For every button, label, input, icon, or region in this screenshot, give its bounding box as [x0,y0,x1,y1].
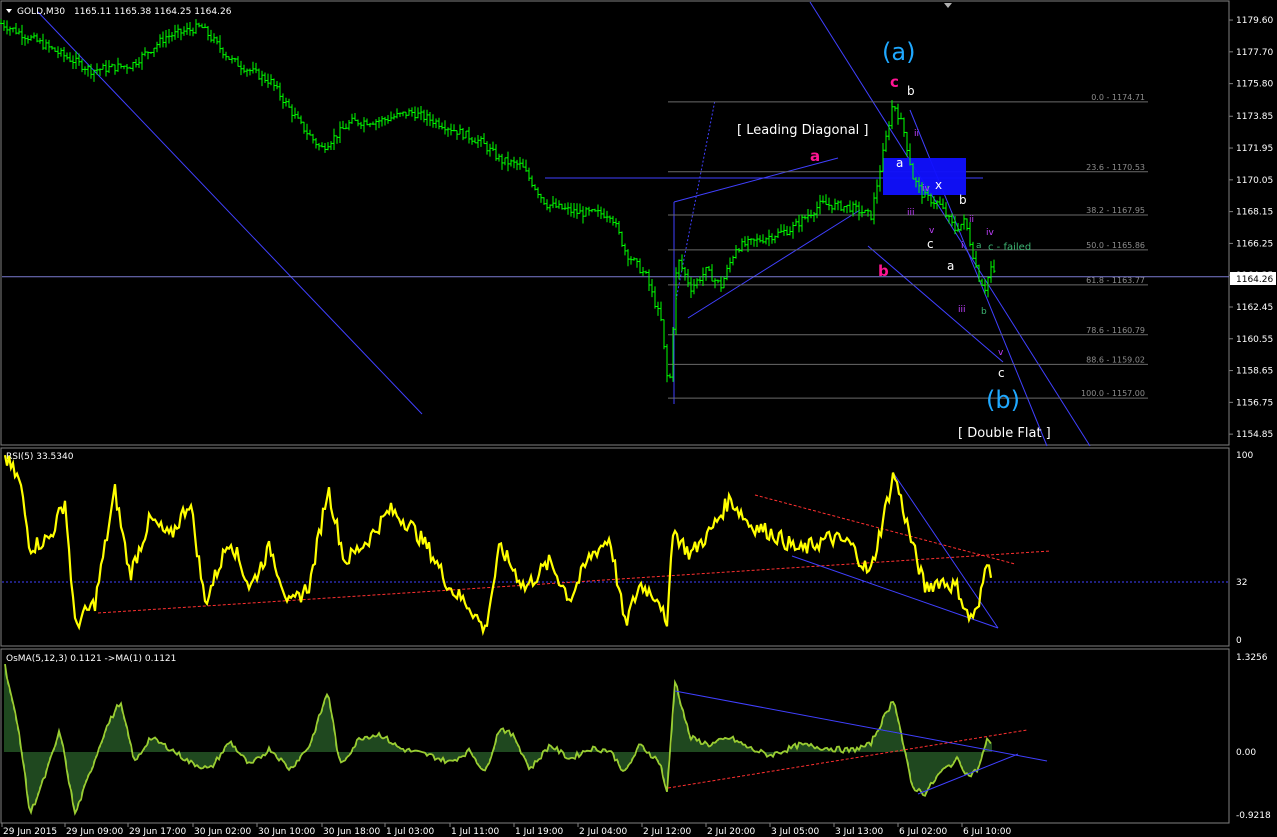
time-label: 1 Jul 11:00 [451,827,500,837]
green-a: a [976,241,982,251]
white-a1: a [896,156,903,170]
mag-i1: i [961,241,964,251]
fib-label-2: 38.2 - 1167.95 [1086,206,1145,215]
price-tick-label: 1170.05 [1236,176,1273,186]
price-tick-label: 1158.65 [1236,367,1273,377]
fib-label-0: 0.0 - 1174.71 [1091,93,1145,102]
pink-wave-c: c [890,73,899,91]
price-tick-label: 1154.85 [1236,430,1273,440]
c-failed-label: c - failed [988,242,1031,253]
wave-b-big-label: (b) [986,386,1020,414]
mag-v2: v [998,348,1004,358]
price-tick-label: 1162.45 [1236,303,1273,313]
mag-ii1: ii [914,129,919,139]
time-label: 2 Jul 12:00 [643,827,692,837]
rsi-level-label: 32 [1236,578,1247,588]
white-c2: c [998,366,1005,380]
osma-label: OsMA(5,12,3) 0.1121 ->MA(1) 0.1121 [6,654,176,664]
mag-iii2: iii [958,305,966,315]
osma-top-label: 1.3256 [1236,653,1268,663]
symbol-header: GOLD,M30 1165.11 1165.38 1164.25 1164.26 [17,7,232,17]
time-label: 3 Jul 13:00 [835,827,884,837]
double-flat-label: [ Double Flat ] [958,426,1051,441]
time-label: 1 Jul 19:00 [515,827,564,837]
price-tick-label: 1156.75 [1236,398,1273,408]
mag-iv1: iv [922,184,931,194]
symbol-timeframe: GOLD,M30 [17,7,65,17]
mag-iii1: iii [907,208,915,218]
mag-ii2: ii [969,215,974,225]
time-label: 2 Jul 04:00 [579,827,628,837]
time-label: 29 Jun 09:00 [66,827,123,837]
white-c1: c [927,237,934,251]
rsi-bottom-label: 0 [1236,636,1242,646]
price-tick-label: 1179.60 [1236,16,1273,26]
time-label: 6 Jul 10:00 [963,827,1012,837]
price-tick-label: 1171.95 [1236,144,1273,154]
wave-a-big-label: (a) [882,38,915,66]
rsi-panel [0,447,1230,647]
fib-label-4: 61.8 - 1163.77 [1086,276,1145,285]
fib-label-3: 50.0 - 1165.86 [1086,241,1145,250]
white-b2: b [959,193,967,207]
osma-panel [0,648,1230,824]
time-label: 1 Jul 03:00 [386,827,435,837]
fib-label-1: 23.6 - 1170.53 [1086,163,1145,172]
price-tick-label: 1168.15 [1236,208,1273,218]
price-tick-label: 1160.55 [1236,335,1273,345]
time-label: 6 Jul 02:00 [899,827,948,837]
pink-wave-b: b [878,262,889,280]
white-a2: a [947,259,954,273]
trading-chart[interactable]: 0.0 - 1174.71 23.6 - 1170.53 38.2 - 1167.9… [0,0,1277,837]
fib-label-6: 88.6 - 1159.02 [1086,355,1145,364]
mag-iv2: iv [986,228,995,238]
time-label: 2 Jul 20:00 [707,827,756,837]
price-panel [0,0,1230,446]
ohlc-values: 1165.11 1165.38 1164.25 1164.26 [74,7,232,17]
rsi-label: RSI(5) 33.5340 [6,452,74,462]
time-axis: 29 Jun 2015 29 Jun 09:00 29 Jun 17:00 30 Ju… [1,823,1012,837]
price-axis: 1179.60 1177.70 1175.80 1173.85 1171.95 1170.… [1229,16,1273,440]
time-label: 30 Jun 02:00 [194,827,251,837]
time-label: 3 Jul 05:00 [771,827,820,837]
fib-label-5: 78.6 - 1160.79 [1086,326,1145,335]
white-x: x [935,178,942,192]
pink-wave-a: a [810,147,820,165]
white-b1: b [907,84,915,98]
time-label: 29 Jun 17:00 [129,827,186,837]
rsi-top-label: 100 [1236,451,1253,461]
green-b: b [981,307,987,317]
time-label: 29 Jun 2015 [3,827,57,837]
price-tick-label: 1175.80 [1236,80,1273,90]
price-tick-label: 1173.85 [1236,112,1273,122]
mag-v1: v [929,226,935,236]
price-tick-label: 1166.25 [1236,239,1273,249]
leading-diagonal-label: [ Leading Diagonal ] [737,123,869,138]
time-label: 30 Jun 18:00 [323,827,380,837]
fib-label-7: 100.0 - 1157.00 [1081,389,1145,398]
osma-bottom-label: -0.9218 [1236,811,1271,821]
current-price-label: 1164.26 [1236,275,1273,285]
time-label: 30 Jun 10:00 [258,827,315,837]
osma-mid-label: 0.00 [1236,748,1256,758]
price-tick-label: 1177.70 [1236,48,1273,58]
